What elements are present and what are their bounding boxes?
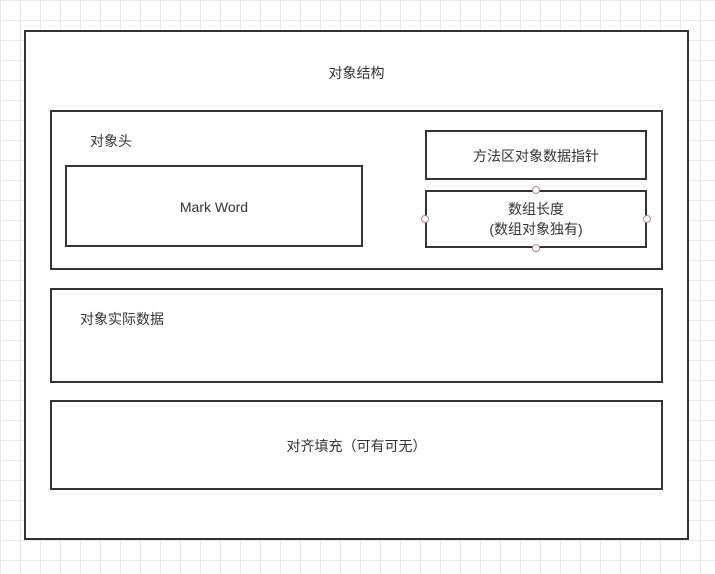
instance-data-label: 对象实际数据 (80, 310, 280, 330)
object-header-label: 对象头 (90, 132, 190, 152)
selection-handle[interactable] (643, 215, 651, 223)
selection-handle[interactable] (532, 244, 540, 252)
padding-label: 对齐填充（可有可无） (50, 437, 663, 457)
instance-data-box (50, 288, 663, 383)
method-area-pointer-label: 方法区对象数据指针 (425, 147, 647, 167)
array-length-label: 数组长度 (数组对象独有) (425, 200, 647, 239)
selection-handle[interactable] (532, 186, 540, 194)
selection-handle[interactable] (421, 215, 429, 223)
mark-word-label: Mark Word (65, 198, 363, 218)
object-structure-title: 对象结构 (24, 64, 689, 84)
